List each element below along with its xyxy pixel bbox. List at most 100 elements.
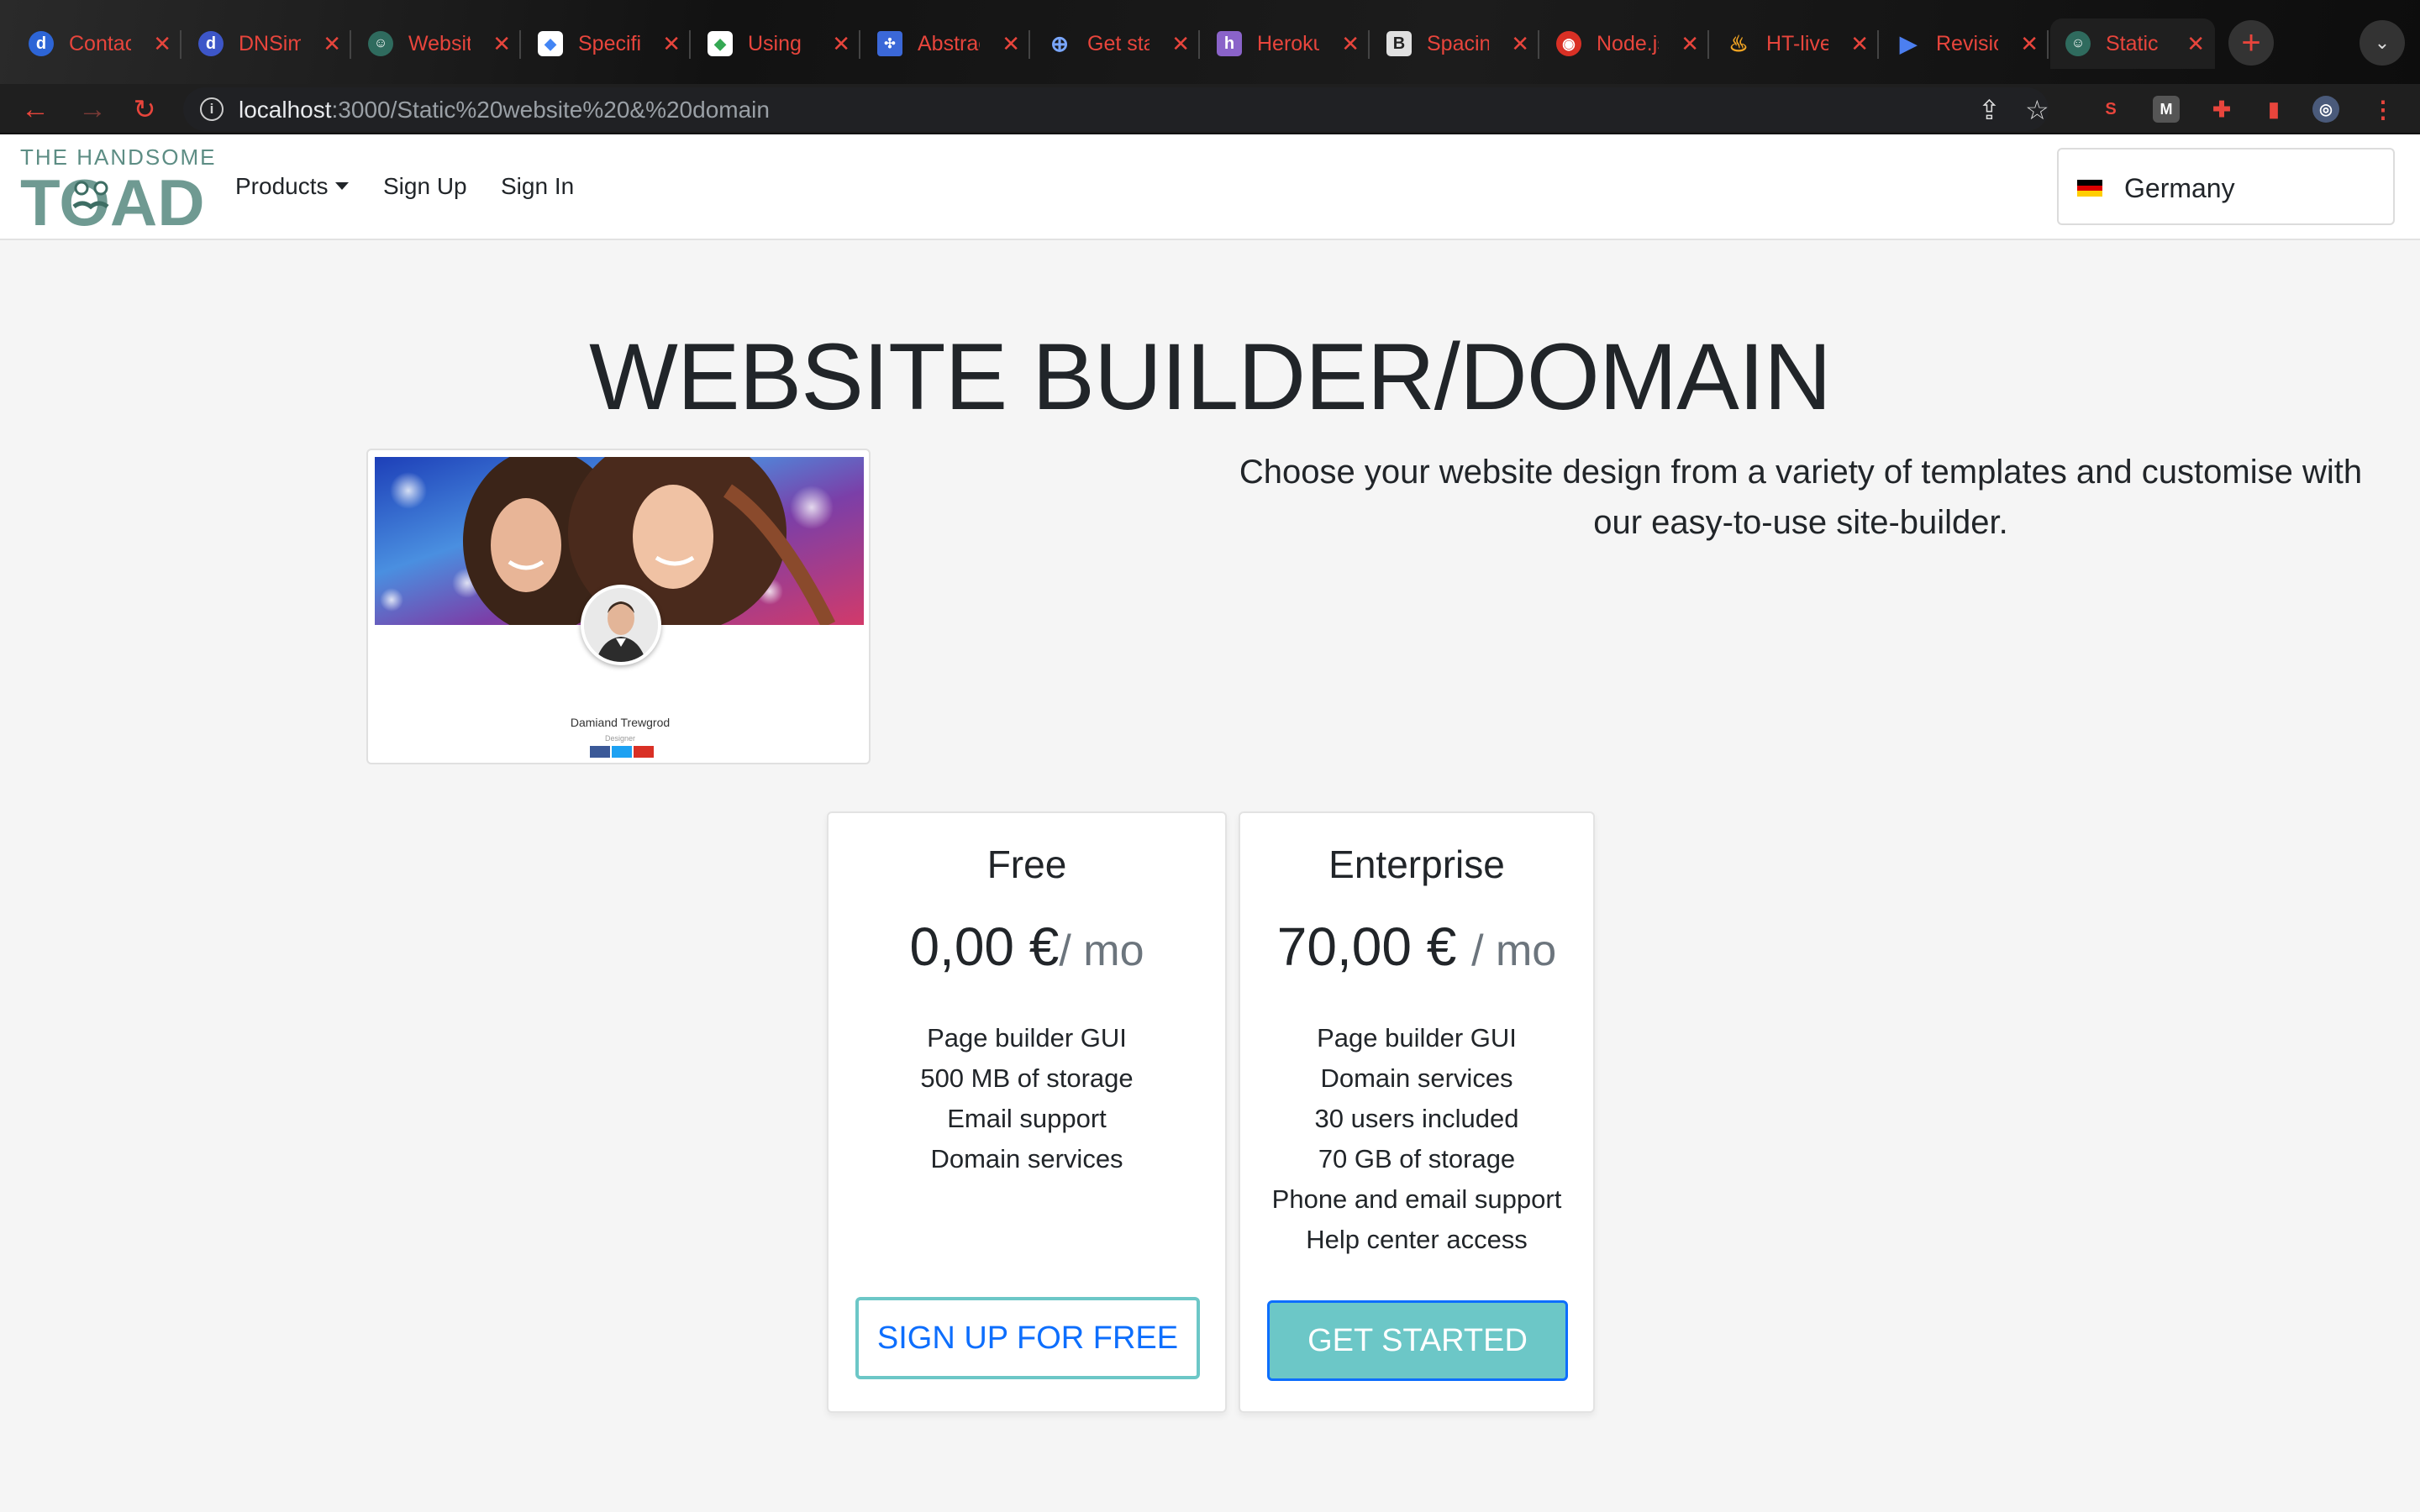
- browser-tab[interactable]: ◆ Using ✕: [692, 18, 860, 69]
- feature-item: Phone and email support: [1271, 1184, 1562, 1214]
- seo-extension-icon[interactable]: S: [2097, 96, 2124, 123]
- caret-down-icon: [334, 182, 349, 190]
- plan-name: Free: [986, 843, 1067, 886]
- bookmark-star-icon[interactable]: ☆: [2025, 94, 2049, 126]
- url-host: localhost: [239, 97, 332, 123]
- facebook-icon: [590, 746, 610, 758]
- price-amount: 0,00 €: [909, 916, 1060, 977]
- browser-tab[interactable]: B Spacing ✕: [1371, 18, 1539, 69]
- new-tab-button[interactable]: +: [2228, 20, 2274, 66]
- side-panel-icon[interactable]: ▮: [2260, 96, 2287, 123]
- reload-icon[interactable]: ↻: [126, 91, 163, 128]
- tab-separator: [1877, 30, 1879, 59]
- browser-tab[interactable]: ▶ Revisions ✕: [1881, 18, 2049, 69]
- pricing-card-enterprise: Enterprise 70,00 € / mo Page builder GUI…: [1239, 811, 1595, 1413]
- plan-price: 70,00 € / mo: [1240, 916, 1593, 978]
- site-info-icon[interactable]: i: [200, 97, 224, 121]
- browser-tab-active[interactable]: ☺ Static ✕: [2050, 18, 2215, 69]
- close-icon[interactable]: ✕: [1511, 31, 1529, 57]
- feature-item: Domain services: [1320, 1063, 1513, 1093]
- germany-flag-icon: [2077, 180, 2102, 197]
- browser-tab[interactable]: ✣ Abstract ✕: [862, 18, 1030, 69]
- profile-avatar-icon[interactable]: ◎: [2312, 96, 2339, 123]
- tab-title: Get started: [1087, 31, 1150, 55]
- browser-tab[interactable]: ♨ HT-live ✕: [1711, 18, 1879, 69]
- browser-tab[interactable]: ◉ Node.js ✕: [1541, 18, 1709, 69]
- page-title: WEBSITE BUILDER/DOMAIN: [589, 324, 1832, 429]
- more-menu-icon[interactable]: ⋮: [2370, 96, 2396, 123]
- m-extension-icon[interactable]: M: [2153, 96, 2180, 123]
- close-icon[interactable]: ✕: [1002, 31, 1020, 57]
- template-preview-image: Damiand Trewgrod Designer: [366, 449, 871, 764]
- tab-title: Revisions: [1936, 31, 1998, 55]
- browser-tab[interactable]: ⊕ Get started ✕: [1032, 18, 1200, 69]
- google-cloud-favicon-icon: ◆: [708, 31, 733, 56]
- browser-tab[interactable]: d DNSimple ✕: [183, 18, 351, 69]
- country-label: Germany: [2124, 173, 2235, 203]
- feature-item: 500 MB of storage: [920, 1063, 1134, 1093]
- browser-tab[interactable]: h Heroku ✕: [1202, 18, 1370, 69]
- twitter-icon: [612, 746, 632, 758]
- tab-title: Heroku: [1257, 31, 1319, 55]
- address-bar[interactable]: i localhost:3000/Static%20website%20&%20…: [183, 87, 2049, 131]
- site-logo[interactable]: THE HANDSOME TOAD: [20, 144, 230, 235]
- target-favicon-icon: ⊕: [1050, 30, 1069, 56]
- close-icon[interactable]: ✕: [492, 31, 511, 57]
- price-amount: 70,00 €: [1276, 916, 1457, 977]
- close-icon[interactable]: ✕: [323, 31, 341, 57]
- tab-title: Using: [748, 31, 802, 55]
- sign-in-link[interactable]: Sign In: [501, 173, 574, 200]
- logo-tagline: THE HANDSOME: [20, 144, 217, 170]
- tab-title: DNSimple: [239, 31, 301, 55]
- tab-separator: [1198, 30, 1200, 59]
- preview-name: Damiand Trewgrod: [570, 716, 671, 729]
- tab-separator: [180, 30, 182, 59]
- feature-item: 30 users included: [1314, 1104, 1519, 1133]
- heroku-favicon-icon: h: [1217, 31, 1242, 56]
- close-icon[interactable]: ✕: [2020, 31, 2039, 57]
- url-text[interactable]: localhost:3000/Static%20website%20&%20do…: [239, 97, 770, 123]
- country-selector[interactable]: Germany: [2057, 148, 2395, 225]
- feature-item: Domain services: [930, 1144, 1123, 1173]
- toad-favicon-icon: ☺: [368, 31, 393, 56]
- sign-up-for-free-button[interactable]: SIGN UP FOR FREE: [855, 1297, 1200, 1379]
- preview-social-icons: [590, 746, 654, 758]
- sign-up-link[interactable]: Sign Up: [383, 173, 467, 200]
- plan-name: Enterprise: [1328, 843, 1505, 886]
- close-icon[interactable]: ✕: [662, 31, 681, 57]
- tab-separator: [1707, 30, 1709, 59]
- close-icon[interactable]: ✕: [153, 31, 171, 57]
- close-icon[interactable]: ✕: [832, 31, 850, 57]
- products-dropdown[interactable]: Products: [235, 173, 349, 200]
- forward-arrow-icon[interactable]: →: [74, 91, 111, 128]
- browser-tab-strip: d Contact ✕ d DNSimple ✕ ☺ Website ✕ ◆ S…: [0, 0, 2420, 84]
- site-navbar: THE HANDSOME TOAD Products Sign Up Sign …: [0, 134, 2420, 240]
- close-icon[interactable]: ✕: [1850, 31, 1869, 57]
- feature-item: Page builder GUI: [927, 1023, 1127, 1053]
- browser-tab[interactable]: d Contact ✕: [13, 18, 182, 69]
- close-icon[interactable]: ✕: [1341, 31, 1360, 57]
- close-icon[interactable]: ✕: [1681, 31, 1699, 57]
- feature-list: Page builder GUI Domain services 30 user…: [1240, 1018, 1593, 1260]
- preview-avatar: [581, 585, 661, 665]
- puzzle-extensions-icon[interactable]: ✚: [2208, 96, 2235, 123]
- browser-tab[interactable]: ◆ Specification ✕: [523, 18, 691, 69]
- logo-word: TOAD: [20, 170, 205, 232]
- tab-separator: [1538, 30, 1539, 59]
- browser-tab[interactable]: ☺ Website ✕: [353, 18, 521, 69]
- tab-title: Spacing: [1427, 31, 1489, 55]
- get-started-button[interactable]: GET STARTED: [1267, 1300, 1568, 1381]
- tab-title: Contact: [69, 31, 131, 55]
- toad-logo-icon: TOAD: [20, 170, 205, 232]
- d-favicon-icon: d: [198, 31, 224, 56]
- close-icon[interactable]: ✕: [1171, 31, 1190, 57]
- price-period: / mo: [1471, 927, 1557, 975]
- d-favicon-icon: d: [29, 31, 54, 56]
- tab-search-button[interactable]: ⌄: [2360, 20, 2405, 66]
- grid-favicon-icon: ✣: [877, 31, 902, 56]
- feature-item: Email support: [947, 1104, 1107, 1133]
- back-arrow-icon[interactable]: ←: [17, 91, 54, 128]
- share-icon[interactable]: ⇪: [1978, 94, 2001, 126]
- flame-favicon-icon: ♨: [1728, 30, 1749, 56]
- close-icon[interactable]: ✕: [2186, 31, 2205, 57]
